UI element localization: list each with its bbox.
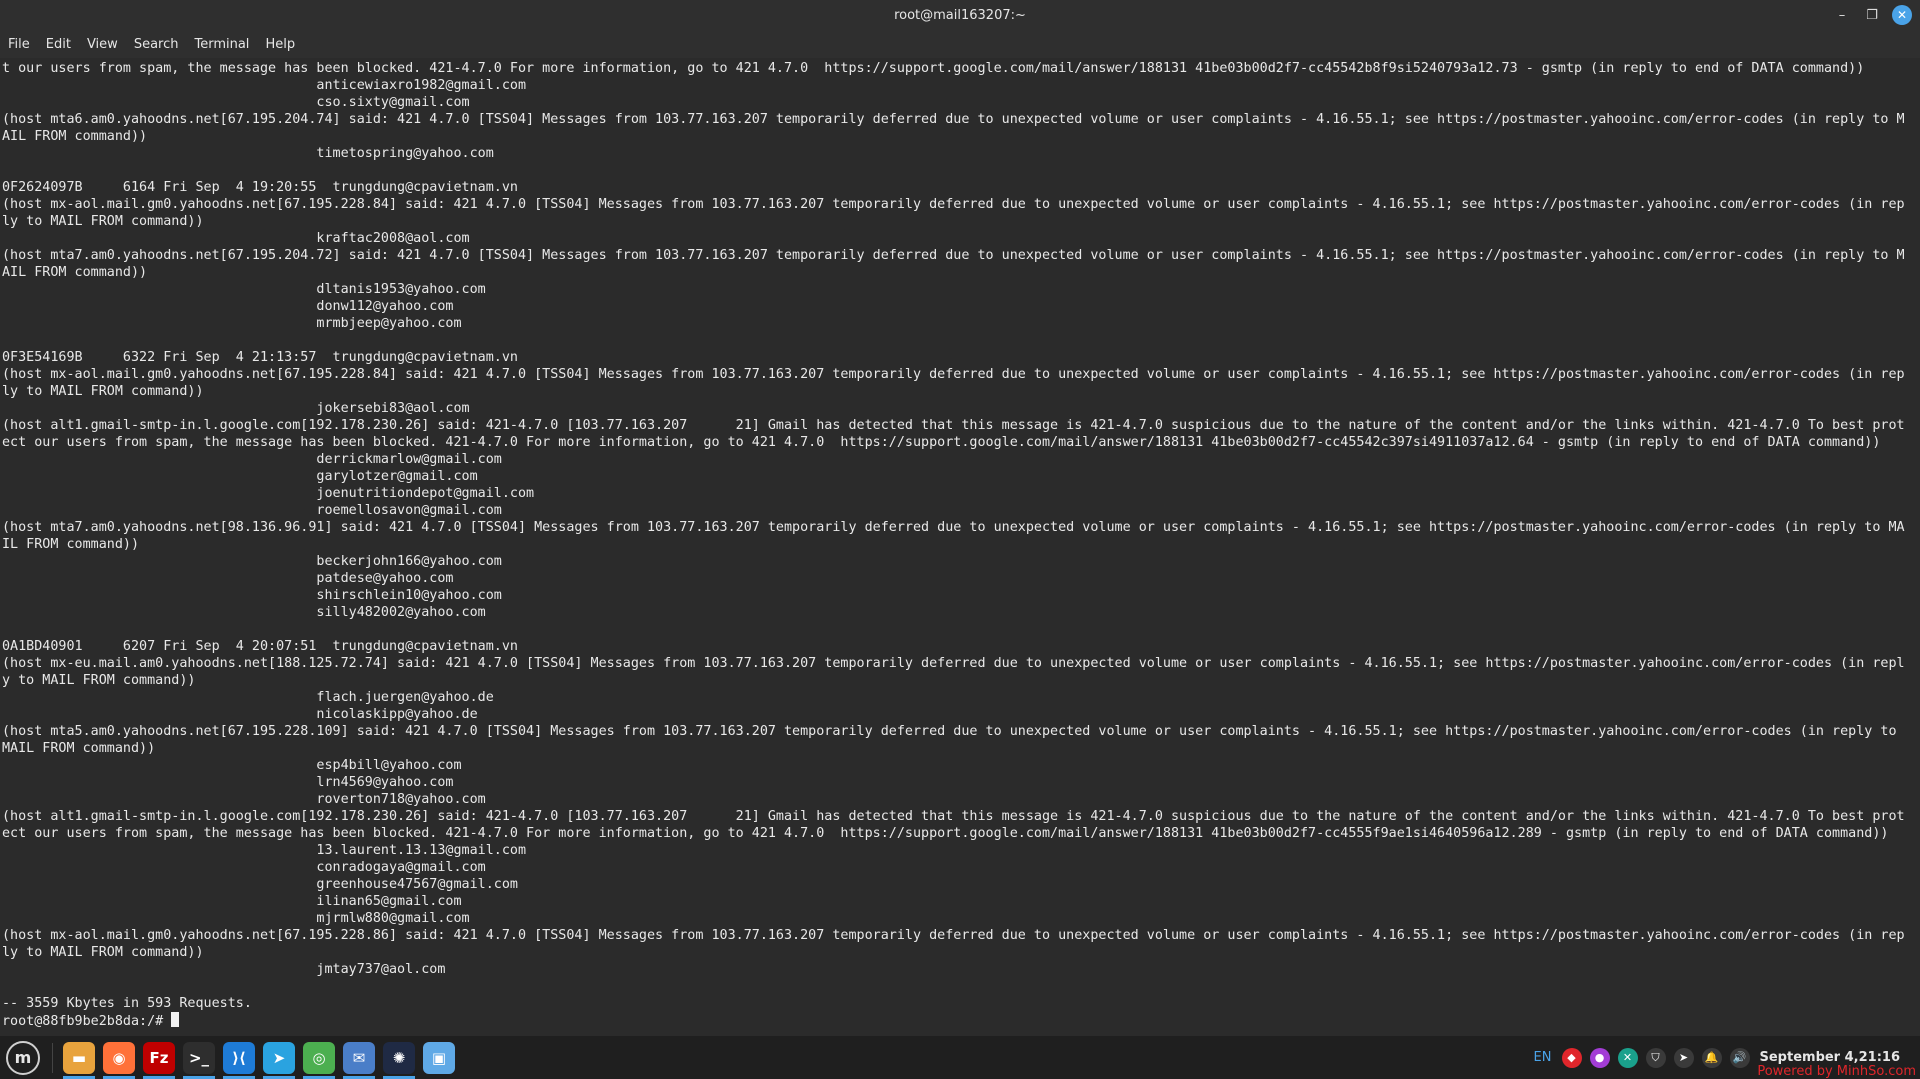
terminal-line: 0F3E54169B 6322 Fri Sep 4 21:13:57 trung… xyxy=(2,350,518,365)
terminal-line: shirschlein10@yahoo.com xyxy=(2,588,502,603)
terminal-line: beckerjohn166@yahoo.com xyxy=(2,554,502,569)
terminal-line: (host alt1.gmail-smtp-in.l.google.com[19… xyxy=(2,418,1905,450)
terminal-line: dltanis1953@yahoo.com xyxy=(2,282,486,297)
terminal-line: (host mta6.am0.yahoodns.net[67.195.204.7… xyxy=(2,112,1905,144)
linux-mint-menu-icon[interactable]: m xyxy=(6,1040,40,1075)
terminal-line: -- 3559 Kbytes in 593 Requests. xyxy=(2,996,252,1011)
terminal-line: (host mta5.am0.yahoodns.net[67.195.228.1… xyxy=(2,724,1905,756)
vscode-icon[interactable]: ⟩⟨ xyxy=(223,1041,255,1079)
terminal-line: timetospring@yahoo.com xyxy=(2,146,494,161)
window-title: root@mail163207:~ xyxy=(894,7,1026,23)
taskbar: m ▬ ◉ Fz >_ ⟩⟨ ➤ ◎ ✉ ✺ ▣ EN ◆ ● ✕ ⛉ ➤ 🔔 🔊 September 4,2… xyxy=(0,1036,1920,1079)
firefox-icon[interactable]: ◉ xyxy=(103,1041,135,1079)
menu-terminal[interactable]: Terminal xyxy=(194,37,249,52)
terminal-cursor xyxy=(171,1012,180,1027)
telegram-tray-icon[interactable]: ➤ xyxy=(1673,1047,1694,1068)
menu-file[interactable]: File xyxy=(8,37,30,52)
terminal-line: ilinan65@gmail.com xyxy=(2,894,462,909)
terminal-line: roverton718@yahoo.com xyxy=(2,792,486,807)
terminal-line: anticewiaxro1982@gmail.com xyxy=(2,78,527,93)
terminal-line: jokersebi83@aol.com xyxy=(2,401,470,416)
minimize-button[interactable]: – xyxy=(1832,5,1852,25)
terminal-line: mjrmlw880@gmail.com xyxy=(2,911,470,926)
terminal-output: t our users from spam, the message has b… xyxy=(0,58,1910,1030)
chatgpt-icon[interactable]: ✺ xyxy=(383,1041,415,1079)
notification-icon[interactable]: 🔔 xyxy=(1701,1047,1722,1068)
terminal-line: greenhouse47567@gmail.com xyxy=(2,877,518,892)
taskbar-separator xyxy=(52,1042,53,1073)
terminal-line: mrmbjeep@yahoo.com xyxy=(2,316,462,331)
terminal-line: flach.juergen@yahoo.de xyxy=(2,690,494,705)
terminal-line: conradogaya@gmail.com xyxy=(2,860,486,875)
terminal-line: lrn4569@yahoo.com xyxy=(2,775,454,790)
language-indicator[interactable]: EN xyxy=(1534,1050,1552,1065)
rdp-icon[interactable]: ▣ xyxy=(423,1041,455,1074)
terminal-line: patdese@yahoo.com xyxy=(2,571,454,586)
terminal-line: (host mta7.am0.yahoodns.net[67.195.204.7… xyxy=(2,248,1905,280)
terminal-line: esp4bill@yahoo.com xyxy=(2,758,462,773)
window-titlebar: root@mail163207:~ – ❐ ✕ xyxy=(0,0,1920,30)
maximize-button[interactable]: ❐ xyxy=(1862,5,1882,25)
terminal-line: 0F2624097B 6164 Fri Sep 4 19:20:55 trung… xyxy=(2,180,518,195)
chrome-icon[interactable]: ◎ xyxy=(303,1041,335,1079)
window-controls: – ❐ ✕ xyxy=(1832,5,1912,25)
terminal-line: silly482002@yahoo.com xyxy=(2,605,486,620)
terminal-line: (host mta7.am0.yahoodns.net[98.136.96.91… xyxy=(2,520,1905,552)
terminal-line: (host mx-aol.mail.gm0.yahoodns.net[67.19… xyxy=(2,197,1905,229)
terminal-line: 13.laurent.13.13@gmail.com xyxy=(2,843,527,858)
terminal-line: nicolaskipp@yahoo.de xyxy=(2,707,478,722)
volume-icon[interactable]: 🔊 xyxy=(1729,1047,1750,1068)
terminal-line: roemellosavon@gmail.com xyxy=(2,503,502,518)
shell-prompt[interactable]: root@88fb9be2b8da:/# xyxy=(2,1014,171,1029)
terminal-line: kraftac2008@aol.com xyxy=(2,231,470,246)
terminal-line: cso.sixty@gmail.com xyxy=(2,95,470,110)
filezilla-icon[interactable]: Fz xyxy=(143,1041,175,1079)
terminal-line: donw112@yahoo.com xyxy=(2,299,454,314)
terminal-view[interactable]: t our users from spam, the message has b… xyxy=(0,58,1920,1036)
close-button[interactable]: ✕ xyxy=(1892,5,1912,25)
terminal-line: 0A1BD40901 6207 Fri Sep 4 20:07:51 trung… xyxy=(2,639,518,654)
menu-search[interactable]: Search xyxy=(134,37,179,52)
terminal-line: garylotzer@gmail.com xyxy=(2,469,478,484)
menu-edit[interactable]: Edit xyxy=(46,37,71,52)
clock[interactable]: September 4,21:16 xyxy=(1760,1050,1901,1065)
terminal-line: (host mx-eu.mail.am0.yahoodns.net[188.12… xyxy=(2,656,1905,688)
files-folder-icon[interactable]: ▬ xyxy=(63,1041,95,1079)
tray-icons: ◆ ● ✕ ⛉ ➤ 🔔 🔊 xyxy=(1561,1047,1750,1068)
terminal-line: derrickmarlow@gmail.com xyxy=(2,452,502,467)
shield-icon[interactable]: ⛉ xyxy=(1645,1047,1666,1068)
terminal-line: jmtay737@aol.com xyxy=(2,962,446,977)
anydesk-icon[interactable]: ◆ xyxy=(1561,1047,1582,1068)
watermark-text: Powered by MinhSo.com xyxy=(1757,1064,1916,1079)
menu-view[interactable]: View xyxy=(87,37,118,52)
menu-help[interactable]: Help xyxy=(265,37,295,52)
terminal-line: (host mx-aol.mail.gm0.yahoodns.net[67.19… xyxy=(2,367,1905,399)
menu-bar: File Edit View Search Terminal Help xyxy=(0,30,1920,58)
sync-icon[interactable]: ✕ xyxy=(1617,1047,1638,1068)
taskbar-apps: ▬ ◉ Fz >_ ⟩⟨ ➤ ◎ ✉ ✺ ▣ xyxy=(63,1041,463,1079)
terminal-line: t our users from spam, the message has b… xyxy=(2,61,1865,76)
terminal-line: joenutritiondepot@gmail.com xyxy=(2,486,535,501)
terminal-icon[interactable]: >_ xyxy=(183,1041,215,1079)
telegram-icon[interactable]: ➤ xyxy=(263,1041,295,1079)
mail-icon[interactable]: ✉ xyxy=(343,1041,375,1079)
terminal-line: (host alt1.gmail-smtp-in.l.google.com[19… xyxy=(2,809,1905,841)
terminal-line: (host mx-aol.mail.gm0.yahoodns.net[67.19… xyxy=(2,928,1905,960)
color-picker-icon[interactable]: ● xyxy=(1589,1047,1610,1068)
